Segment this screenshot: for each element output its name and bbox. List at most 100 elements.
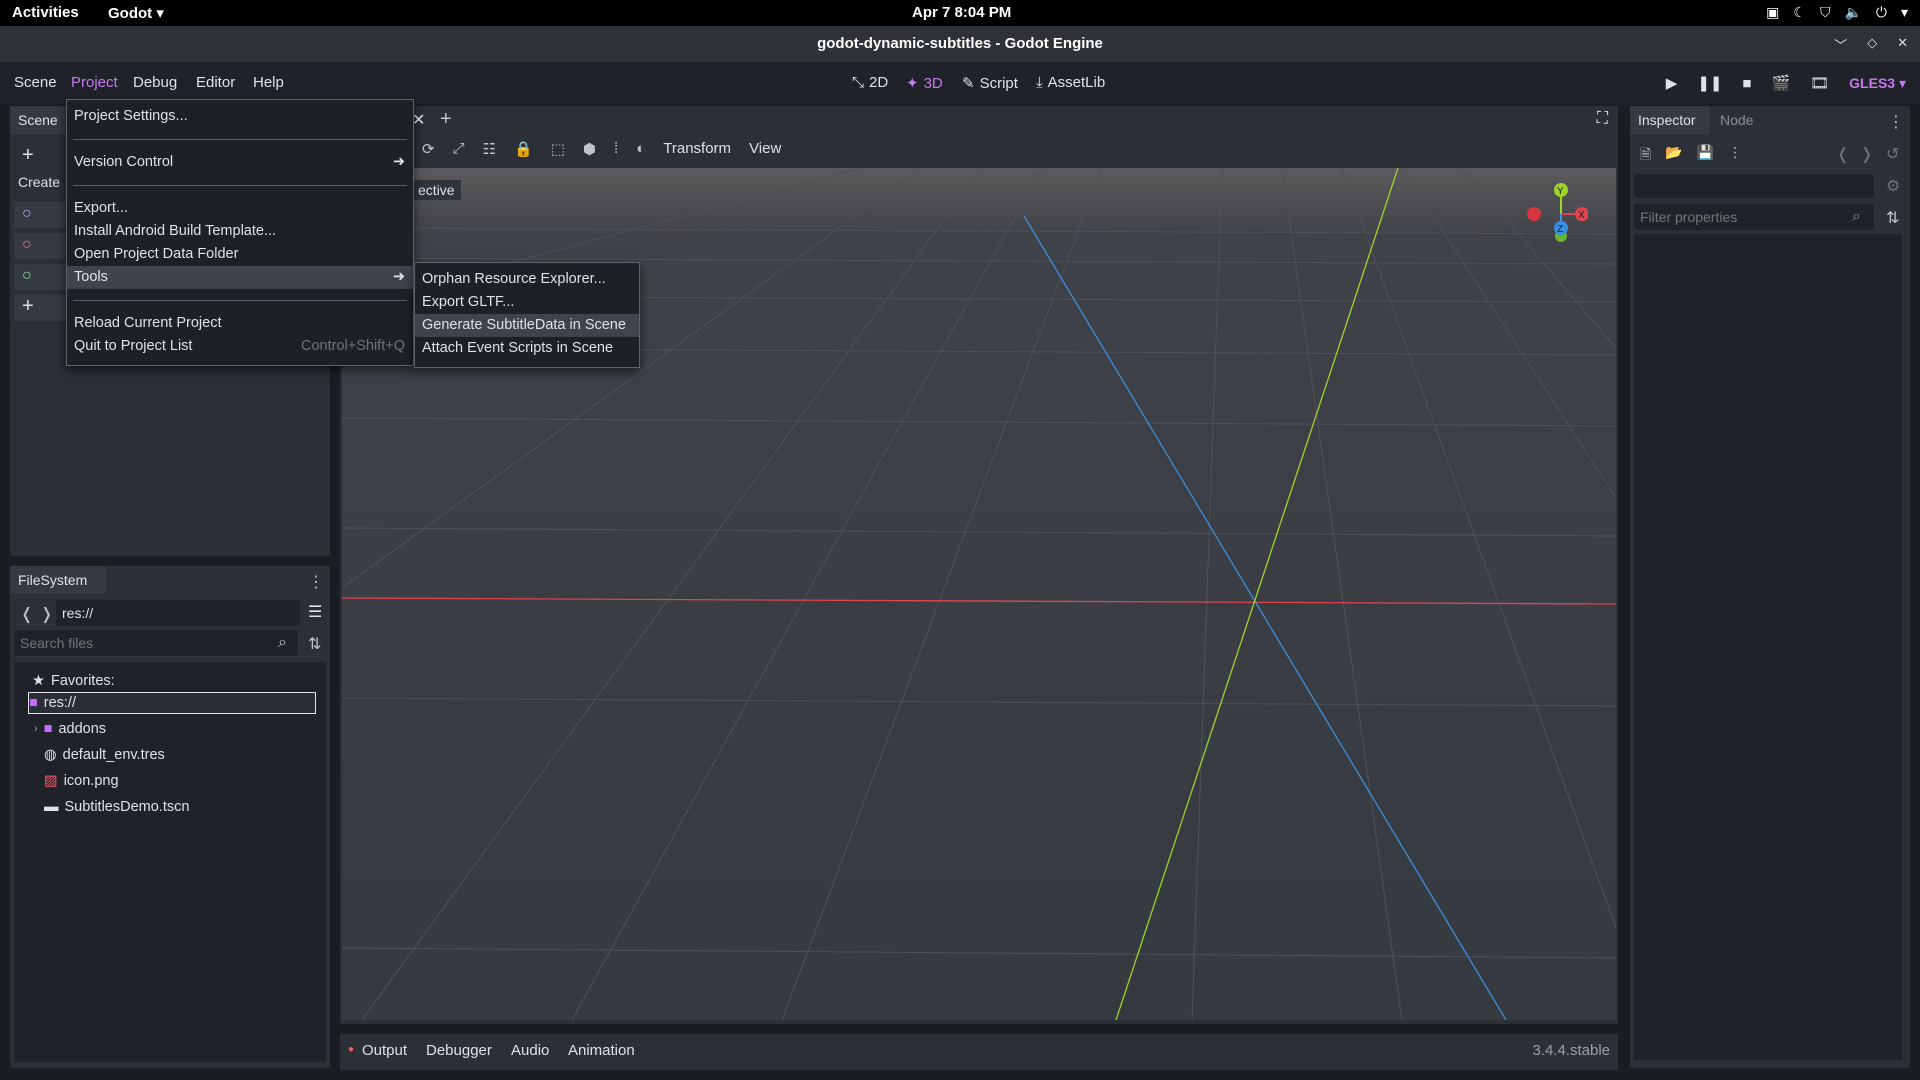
activities-button[interactable]: Activities xyxy=(12,4,79,21)
save-icon[interactable]: 💾 xyxy=(1697,144,1714,168)
menu-item-open-data-folder[interactable]: Open Project Data Folder xyxy=(67,243,413,266)
tab-inspector[interactable]: Inspector xyxy=(1630,106,1710,134)
menu-item-reload-project[interactable]: Reload Current Project xyxy=(67,312,413,335)
workspace-script-button[interactable]: ✎ Script xyxy=(962,74,1018,93)
sort-icon[interactable]: ⇅ xyxy=(308,634,321,654)
project-menu-popup: Project Settings... Version Control ➜ Exp… xyxy=(66,99,414,366)
more-icon[interactable]: ⋮ xyxy=(1728,144,1742,168)
menu-item-project-settings[interactable]: Project Settings... xyxy=(67,105,413,128)
app-menu-button[interactable]: Godot ▾ xyxy=(108,4,164,22)
dock-menu-icon[interactable]: ⋮ xyxy=(308,572,324,592)
filter-settings-icon[interactable]: ⇅ xyxy=(1886,208,1899,228)
new-resource-icon[interactable]: 🗎 xyxy=(1640,144,1651,168)
history-icon[interactable]: ↺ xyxy=(1886,144,1899,164)
fullscreen-icon[interactable]: ⛶ xyxy=(1597,110,1608,128)
workspace-2d-button[interactable]: ⤡ 2D xyxy=(852,74,888,91)
menu-item-install-android-template[interactable]: Install Android Build Template... xyxy=(67,220,413,243)
favorites-row[interactable]: ★ Favorites: xyxy=(32,670,115,692)
svg-text:Y: Y xyxy=(1557,186,1564,197)
menu-item-tools[interactable]: Tools ➜ xyxy=(67,266,413,289)
snap-icon[interactable]: ⁞ xyxy=(614,140,618,158)
list-select-icon[interactable]: ☷ xyxy=(483,140,496,158)
play-icon[interactable]: ▶ xyxy=(1666,74,1678,92)
history-forward-icon[interactable]: ❭ xyxy=(1860,144,1873,164)
menu-scene[interactable]: Scene xyxy=(14,74,57,91)
rotate-icon[interactable]: ⟳ xyxy=(422,140,435,158)
transform-menu[interactable]: Transform xyxy=(663,140,731,158)
close-icon[interactable]: ✕ xyxy=(1897,35,1908,54)
menu-item-orphan-resource-explorer[interactable]: Orphan Resource Explorer... xyxy=(415,268,639,291)
menu-item-generate-subtitledata[interactable]: Generate SubtitleData in Scene xyxy=(415,314,639,337)
play-custom-scene-icon[interactable]: 🎞 xyxy=(1810,74,1829,92)
list-item[interactable]: ◍ default_env.tres xyxy=(44,744,165,766)
system-tray[interactable]: ▣ ☾ ⛉ 🔈 ⏻ ▾ xyxy=(1766,4,1908,21)
pause-icon[interactable]: ❚❚ xyxy=(1697,74,1722,92)
history-back-icon[interactable]: ❬ xyxy=(1836,144,1849,164)
root-2d-scene-button[interactable]: ○ xyxy=(14,202,70,228)
tab-node[interactable]: Node xyxy=(1720,112,1753,128)
root-3d-scene-button[interactable]: ○ xyxy=(14,233,70,259)
tree-root-row[interactable]: ■ res:// xyxy=(28,692,316,714)
filter-properties-input[interactable] xyxy=(1634,204,1874,230)
split-mode-icon[interactable]: ☰ xyxy=(308,602,322,622)
play-scene-icon[interactable]: 🎬 xyxy=(1771,74,1790,92)
display-icon[interactable]: ▣ xyxy=(1766,4,1779,21)
menu-item-quit-to-project-list[interactable]: Quit to Project List Control+Shift+Q xyxy=(67,335,413,358)
tab-filesystem[interactable]: FileSystem xyxy=(10,566,106,594)
camera-icon[interactable]: ◐ xyxy=(636,140,645,158)
view-menu[interactable]: View xyxy=(749,140,781,158)
tab-scene[interactable]: Scene xyxy=(10,106,70,134)
list-item[interactable]: ▨ icon.png xyxy=(44,770,119,792)
group-icon[interactable]: ⬚ xyxy=(551,140,565,158)
shortcut-label: Control+Shift+Q xyxy=(301,338,405,354)
power-icon[interactable]: ⏻ xyxy=(1876,4,1887,21)
forward-icon[interactable]: ❭ xyxy=(40,604,53,624)
stop-icon[interactable]: ■ xyxy=(1742,75,1751,92)
list-item[interactable]: › ■ addons xyxy=(34,718,106,740)
path-field[interactable]: res:// xyxy=(56,600,300,626)
tab-audio[interactable]: Audio xyxy=(511,1042,549,1059)
workspace-3d-button[interactable]: ✦ 3D xyxy=(906,74,943,93)
dock-menu-icon[interactable]: ⋮ xyxy=(1888,112,1904,132)
close-tab-icon[interactable]: ✕ xyxy=(412,110,425,130)
menu-item-export[interactable]: Export... xyxy=(67,197,413,220)
clock[interactable]: Apr 7 8:04 PM xyxy=(912,4,1011,21)
add-tab-icon[interactable]: + xyxy=(440,108,452,131)
volume-icon[interactable]: 🔈 xyxy=(1844,4,1861,21)
other-node-button[interactable]: + xyxy=(14,295,70,321)
object-path-field[interactable] xyxy=(1634,174,1874,198)
folder-icon: ■ xyxy=(29,695,38,711)
perspective-menu[interactable]: ective xyxy=(412,180,461,200)
night-light-icon[interactable]: ☾ xyxy=(1793,4,1806,21)
menu-debug[interactable]: Debug xyxy=(133,74,177,91)
menu-item-version-control[interactable]: Version Control ➜ xyxy=(67,151,413,174)
minimize-icon[interactable]: ﹀ xyxy=(1834,35,1847,54)
shield-icon[interactable]: ⛉ xyxy=(1820,4,1831,21)
tab-animation[interactable]: Animation xyxy=(568,1042,635,1059)
menu-editor[interactable]: Editor xyxy=(196,74,235,91)
view-gizmo[interactable]: Y X Z xyxy=(1518,178,1588,248)
workspace-assetlib-button[interactable]: ⤓ AssetLib xyxy=(1036,74,1105,91)
tab-debugger[interactable]: Debugger xyxy=(426,1042,492,1059)
lock-icon[interactable]: 🔒 xyxy=(514,140,533,158)
local-space-icon[interactable]: ⬢ xyxy=(583,140,596,158)
circle-icon: ○ xyxy=(22,267,32,284)
search-files-input[interactable] xyxy=(14,630,298,656)
object-properties-icon[interactable]: ⚙ xyxy=(1886,176,1900,196)
menu-item-attach-event-scripts[interactable]: Attach Event Scripts in Scene xyxy=(415,337,639,360)
root-ui-scene-button[interactable]: ○ xyxy=(14,264,70,290)
add-node-icon[interactable]: + xyxy=(22,144,34,167)
maximize-icon[interactable]: ◇ xyxy=(1867,35,1877,54)
chevron-down-icon[interactable]: ▾ xyxy=(1901,4,1908,21)
list-item[interactable]: ▬ SubtitlesDemo.tscn xyxy=(44,796,189,818)
menu-separator xyxy=(73,300,407,301)
tab-output[interactable]: Output xyxy=(362,1042,407,1059)
back-icon[interactable]: ❬ xyxy=(20,604,33,624)
circle-icon: ○ xyxy=(22,205,32,222)
open-folder-icon[interactable]: 📂 xyxy=(1665,144,1682,168)
menu-help[interactable]: Help xyxy=(253,74,284,91)
menu-project[interactable]: Project xyxy=(71,74,118,91)
renderer-selector[interactable]: GLES3 ▾ xyxy=(1849,75,1906,92)
menu-item-export-gltf[interactable]: Export GLTF... xyxy=(415,291,639,314)
scale-icon[interactable]: ⤢ xyxy=(453,140,465,158)
